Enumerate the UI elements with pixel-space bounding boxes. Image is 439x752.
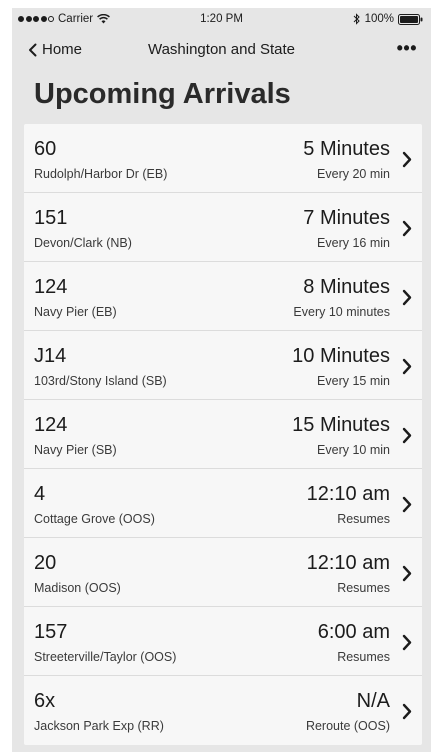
frequency-label: Resumes	[337, 650, 390, 664]
chevron-right-icon	[402, 496, 412, 513]
stop-name: Navy Pier (EB)	[34, 305, 117, 319]
chevron-right-icon	[402, 289, 412, 306]
arrival-list: 60 Rudolph/Harbor Dr (EB) 5 Minutes Ever…	[24, 124, 422, 745]
stop-name: Streeterville/Taylor (OOS)	[34, 650, 177, 664]
frequency-label: Every 16 min	[317, 236, 390, 250]
arrival-time: 15 Minutes	[292, 414, 390, 436]
arrival-row[interactable]: 6x Jackson Park Exp (RR) N/A Reroute (OO…	[24, 676, 422, 745]
more-options-button[interactable]: •••	[397, 38, 417, 59]
arrival-row[interactable]: J14 103rd/Stony Island (SB) 10 Minutes E…	[24, 331, 422, 400]
stop-name: Rudolph/Harbor Dr (EB)	[34, 167, 168, 181]
frequency-label: Resumes	[337, 512, 390, 526]
arrival-row[interactable]: 20 Madison (OOS) 12:10 am Resumes	[24, 538, 422, 607]
arrival-time: 8 Minutes	[303, 276, 390, 298]
arrival-row[interactable]: 4 Cottage Grove (OOS) 12:10 am Resumes	[24, 469, 422, 538]
route-number: 124	[34, 276, 68, 298]
frequency-label: Every 20 min	[317, 167, 390, 181]
frequency-label: Every 10 min	[317, 443, 390, 457]
stop-name: Jackson Park Exp (RR)	[34, 719, 164, 733]
arrival-row[interactable]: 60 Rudolph/Harbor Dr (EB) 5 Minutes Ever…	[24, 124, 422, 193]
arrival-time: N/A	[356, 690, 390, 712]
frequency-label: Reroute (OOS)	[305, 719, 390, 733]
phone-screen: Carrier 1:20 PM 100% Home Washington and…	[12, 8, 431, 752]
frequency-label: Every 10 minutes	[293, 305, 390, 319]
arrival-time: 6:00 am	[317, 621, 390, 643]
arrival-row[interactable]: 151 Devon/Clark (NB) 7 Minutes Every 16 …	[24, 193, 422, 262]
route-number: 60	[34, 138, 57, 160]
arrival-time: 12:10 am	[306, 483, 390, 505]
chevron-right-icon	[402, 151, 412, 168]
frequency-label: Every 15 min	[317, 374, 390, 388]
navigation-bar: Home Washington and State •••	[12, 36, 431, 64]
battery-icon	[398, 13, 423, 25]
bluetooth-icon	[353, 13, 360, 25]
nav-title: Washington and State	[147, 41, 296, 58]
chevron-right-icon	[402, 565, 412, 582]
chevron-right-icon	[402, 220, 412, 237]
arrival-time: 7 Minutes	[303, 207, 390, 229]
stop-name: Madison (OOS)	[34, 581, 121, 595]
stop-name: 103rd/Stony Island (SB)	[34, 374, 167, 388]
status-right: 100%	[353, 13, 423, 25]
frequency-label: Resumes	[337, 581, 390, 595]
chevron-right-icon	[402, 427, 412, 444]
route-number: J14	[34, 345, 67, 367]
arrival-time: 10 Minutes	[292, 345, 390, 367]
page-title: Upcoming Arrivals	[34, 78, 291, 110]
arrival-row[interactable]: 157 Streeterville/Taylor (OOS) 6:00 am R…	[24, 607, 422, 676]
route-number: 4	[34, 483, 46, 505]
route-number: 124	[34, 414, 68, 436]
arrival-time: 5 Minutes	[303, 138, 390, 160]
route-number: 6x	[34, 690, 56, 712]
chevron-right-icon	[402, 358, 412, 375]
status-bar: Carrier 1:20 PM 100%	[12, 8, 431, 32]
route-number: 20	[34, 552, 57, 574]
route-number: 151	[34, 207, 68, 229]
stop-name: Navy Pier (SB)	[34, 443, 117, 457]
arrival-row[interactable]: 124 Navy Pier (SB) 15 Minutes Every 10 m…	[24, 400, 422, 469]
stop-name: Devon/Clark (NB)	[34, 236, 132, 250]
chevron-right-icon	[402, 703, 412, 720]
arrival-time: 12:10 am	[306, 552, 390, 574]
battery-percent: 100%	[364, 13, 394, 25]
chevron-right-icon	[402, 634, 412, 651]
route-number: 157	[34, 621, 68, 643]
stop-name: Cottage Grove (OOS)	[34, 512, 155, 526]
arrival-row[interactable]: 124 Navy Pier (EB) 8 Minutes Every 10 mi…	[24, 262, 422, 331]
